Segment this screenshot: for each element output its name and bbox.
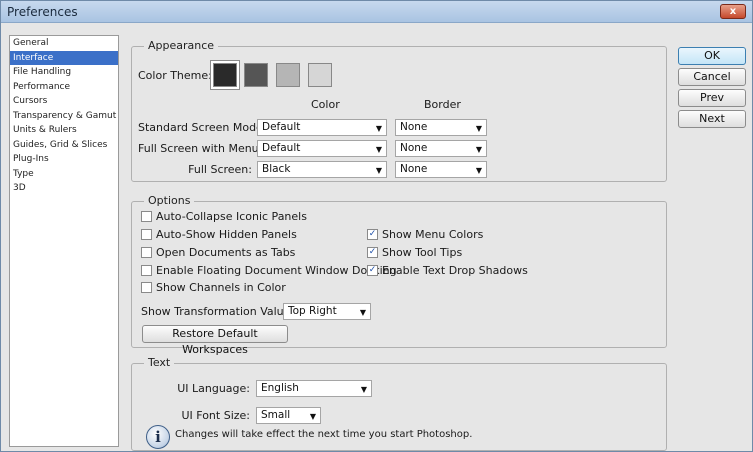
auto-collapse-label: Auto-Collapse Iconic Panels	[156, 210, 307, 223]
standard-screen-color-value: Default	[262, 121, 301, 133]
chevron-down-icon: ▼	[375, 166, 382, 175]
ui-language-label: UI Language:	[177, 382, 250, 395]
standard-screen-border-select[interactable]: None ▼	[395, 119, 487, 136]
full-screen-menus-border-value: None	[400, 142, 428, 154]
title-bar: Preferences x	[1, 1, 752, 23]
full-screen-label: Full Screen:	[188, 163, 252, 176]
category-item-type[interactable]: Type	[10, 167, 118, 182]
checkbox-box	[141, 229, 152, 240]
full-screen-border-select[interactable]: None ▼	[395, 161, 487, 178]
ui-font-size-label: UI Font Size:	[181, 409, 250, 422]
checkbox-box: ✓	[367, 247, 378, 258]
appearance-legend: Appearance	[144, 39, 219, 52]
chevron-down-icon: ▼	[475, 145, 482, 154]
floating-docking-checkbox[interactable]: Enable Floating Document Window Docking	[141, 264, 397, 277]
full-screen-color-value: Black	[262, 163, 291, 175]
border-column-header: Border	[424, 98, 461, 111]
theme-swatch-lightest[interactable]	[308, 63, 332, 87]
full-screen-menus-color-select[interactable]: Default ▼	[257, 140, 387, 157]
ui-language-select[interactable]: English ▼	[256, 380, 372, 397]
category-item-general[interactable]: General	[10, 36, 118, 51]
ui-language-value: English	[261, 382, 299, 394]
close-icon: x	[729, 6, 737, 17]
open-as-tabs-checkbox[interactable]: Open Documents as Tabs	[141, 246, 295, 259]
show-tool-tips-checkbox[interactable]: ✓ Show Tool Tips	[367, 246, 462, 259]
chevron-down-icon: ▼	[360, 385, 367, 394]
info-icon: i	[146, 425, 170, 449]
category-item-cursors[interactable]: Cursors	[10, 94, 118, 109]
transformation-values-select[interactable]: Top Right ▼	[283, 303, 371, 320]
window-title: Preferences	[7, 5, 78, 19]
color-column-header: Color	[311, 98, 340, 111]
channels-color-label: Show Channels in Color	[156, 281, 286, 294]
category-item-units-rulers[interactable]: Units & Rulers	[10, 123, 118, 138]
options-legend: Options	[144, 194, 195, 207]
category-item-3d[interactable]: 3D	[10, 181, 118, 196]
checkbox-box: ✓	[367, 265, 378, 276]
theme-swatch-dark[interactable]	[244, 63, 268, 87]
chevron-down-icon: ▼	[309, 412, 316, 421]
ok-button[interactable]: OK	[678, 47, 746, 65]
ui-font-size-select[interactable]: Small ▼	[256, 407, 321, 424]
category-item-guides-grid-slices[interactable]: Guides, Grid & Slices	[10, 138, 118, 153]
channels-color-checkbox[interactable]: Show Channels in Color	[141, 281, 286, 294]
checkbox-box	[141, 282, 152, 293]
color-theme-label: Color Theme:	[138, 69, 212, 82]
show-tool-tips-label: Show Tool Tips	[382, 246, 463, 259]
auto-collapse-checkbox[interactable]: Auto-Collapse Iconic Panels	[141, 210, 307, 223]
checkbox-box	[141, 247, 152, 258]
category-item-performance[interactable]: Performance	[10, 80, 118, 95]
show-menu-colors-label: Show Menu Colors	[382, 228, 484, 241]
chevron-down-icon: ▼	[475, 166, 482, 175]
category-item-transparency-gamut[interactable]: Transparency & Gamut	[10, 109, 118, 124]
auto-show-label: Auto-Show Hidden Panels	[156, 228, 297, 241]
checkbox-box	[141, 265, 152, 276]
restart-notice: Changes will take effect the next time y…	[175, 429, 473, 440]
text-drop-shadows-label: Enable Text Drop Shadows	[382, 264, 528, 277]
full-screen-menus-border-select[interactable]: None ▼	[395, 140, 487, 157]
full-screen-menus-color-value: Default	[262, 142, 301, 154]
transformation-values-value: Top Right	[288, 305, 337, 317]
standard-screen-mode-label: Standard Screen Mode:	[138, 121, 267, 134]
close-button[interactable]: x	[720, 4, 746, 19]
standard-screen-border-value: None	[400, 121, 428, 133]
prev-button[interactable]: Prev	[678, 89, 746, 107]
standard-screen-color-select[interactable]: Default ▼	[257, 119, 387, 136]
full-screen-border-value: None	[400, 163, 428, 175]
text-drop-shadows-checkbox[interactable]: ✓ Enable Text Drop Shadows	[367, 264, 528, 277]
restore-default-workspaces-button[interactable]: Restore Default Workspaces	[142, 325, 288, 356]
chevron-down-icon: ▼	[359, 308, 366, 317]
category-item-interface[interactable]: Interface	[10, 50, 118, 65]
cancel-button[interactable]: Cancel	[678, 68, 746, 86]
text-legend: Text	[144, 356, 175, 369]
preferences-dialog: Preferences x General Interface File Handl…	[0, 0, 753, 452]
theme-swatch-darkest[interactable]	[211, 61, 239, 89]
ui-font-size-value: Small	[261, 409, 291, 421]
floating-docking-label: Enable Floating Document Window Docking	[156, 264, 397, 277]
next-button[interactable]: Next	[678, 110, 746, 128]
theme-swatch-light[interactable]	[276, 63, 300, 87]
checkbox-box: ✓	[367, 229, 378, 240]
auto-show-checkbox[interactable]: Auto-Show Hidden Panels	[141, 228, 297, 241]
full-screen-menus-label: Full Screen with Menus:	[138, 142, 269, 155]
chevron-down-icon: ▼	[375, 145, 382, 154]
chevron-down-icon: ▼	[375, 124, 382, 133]
transformation-values-label: Show Transformation Values:	[141, 305, 300, 318]
category-item-file-handling[interactable]: File Handling	[10, 65, 118, 80]
full-screen-color-select[interactable]: Black ▼	[257, 161, 387, 178]
category-item-plug-ins[interactable]: Plug-Ins	[10, 152, 118, 167]
show-menu-colors-checkbox[interactable]: ✓ Show Menu Colors	[367, 228, 483, 241]
category-list[interactable]: General Interface File Handling Performance…	[9, 35, 119, 447]
open-as-tabs-label: Open Documents as Tabs	[156, 246, 296, 259]
chevron-down-icon: ▼	[475, 124, 482, 133]
checkbox-box	[141, 211, 152, 222]
